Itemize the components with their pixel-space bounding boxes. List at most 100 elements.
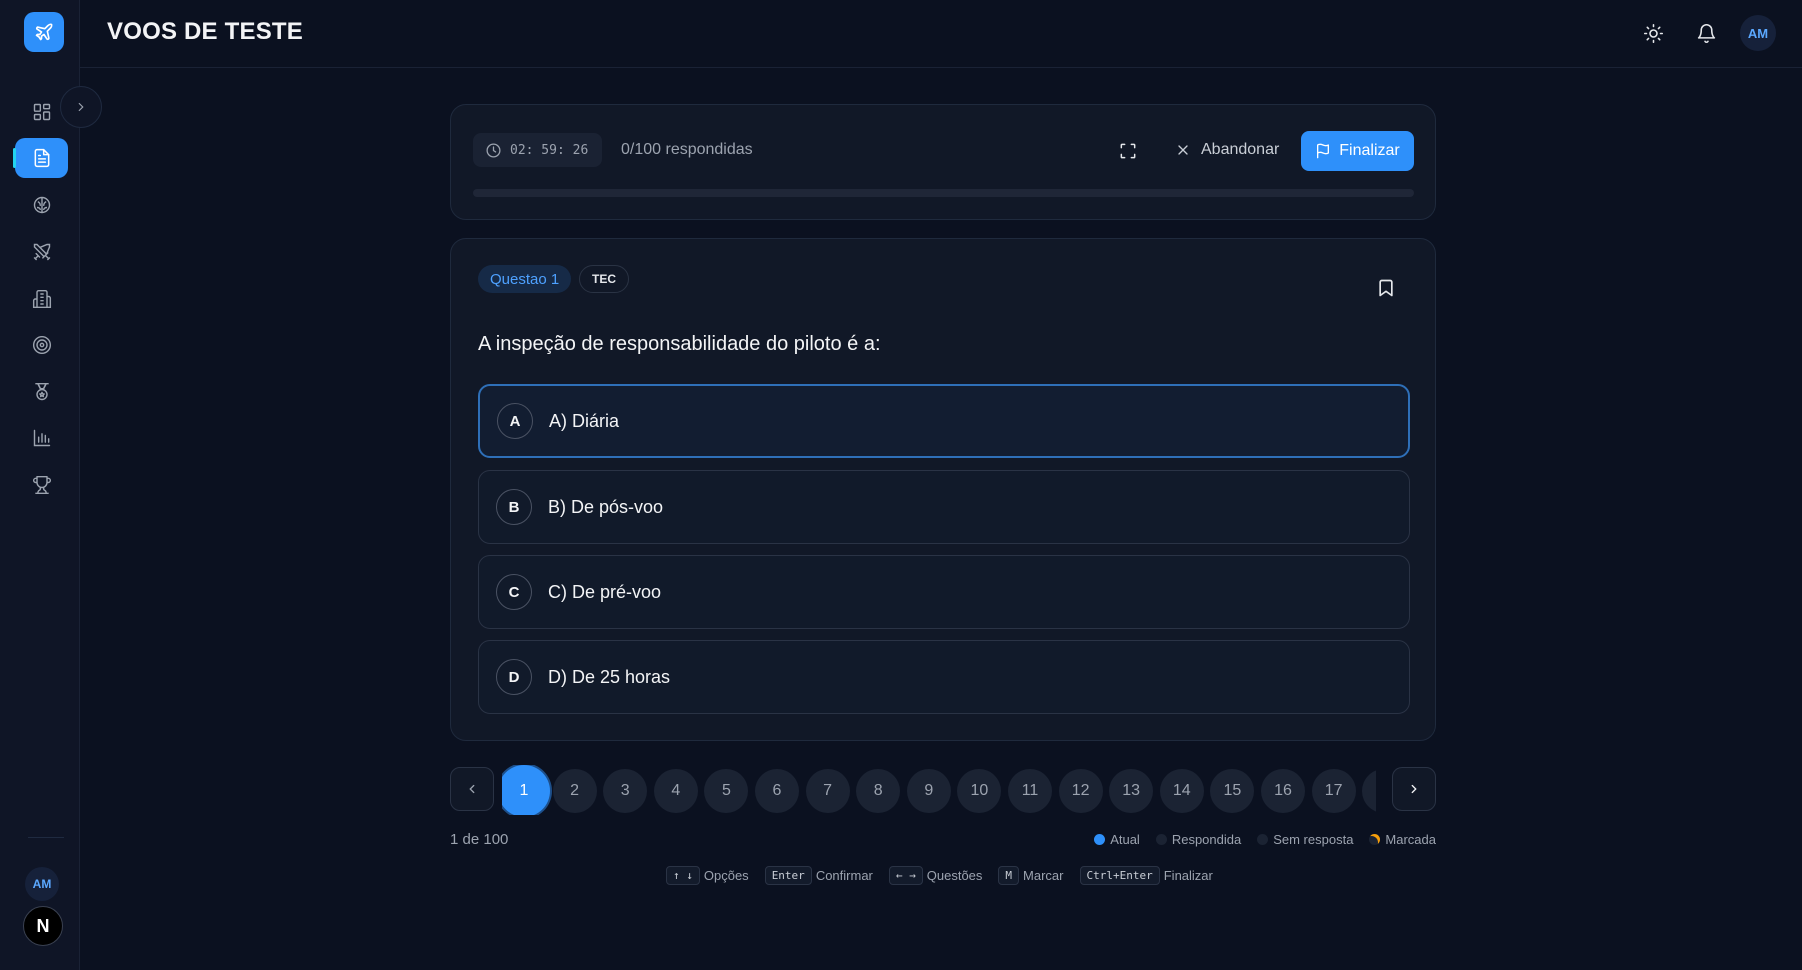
page-button[interactable]: 1 xyxy=(502,765,550,815)
page-button[interactable]: 14 xyxy=(1159,769,1204,813)
shortcut-label: Marcar xyxy=(1023,868,1064,883)
sidebar-item-brain[interactable] xyxy=(15,185,68,225)
finalize-button[interactable]: Finalizar xyxy=(1301,131,1414,171)
option-c[interactable]: C C) De pré-voo xyxy=(478,555,1410,629)
sidebar-item-trophy[interactable] xyxy=(15,465,68,505)
legend-dot xyxy=(1257,834,1269,845)
option-b[interactable]: B B) De pós-voo xyxy=(478,470,1410,544)
legend-dot xyxy=(1155,834,1167,845)
sidebar-collapse-button[interactable] xyxy=(60,86,102,128)
flag-icon xyxy=(1317,143,1330,159)
fullscreen-icon xyxy=(1120,143,1136,159)
page-button[interactable]: 16 xyxy=(1261,769,1305,813)
page-button[interactable]: 2 xyxy=(552,769,597,813)
page-button[interactable]: 6 xyxy=(755,769,799,813)
shortcut-label: Confirmar xyxy=(815,868,873,883)
page-button[interactable]: 7 xyxy=(805,769,850,813)
shortcut-mark: M Marcar xyxy=(998,866,1064,885)
plane-icon xyxy=(35,23,53,41)
bar-chart-icon xyxy=(33,429,50,447)
prev-page-button[interactable] xyxy=(450,767,494,811)
finalize-label: Finalizar xyxy=(1339,142,1400,159)
page-button[interactable]: 18 xyxy=(1362,769,1376,813)
question-number-badge: Questao 1 xyxy=(478,265,572,293)
shortcut-confirm: Enter Confirmar xyxy=(764,866,873,885)
sidebar-item-stats[interactable] xyxy=(15,418,68,458)
legend-label: Atual xyxy=(1110,832,1140,847)
page-button[interactable]: 13 xyxy=(1109,769,1154,813)
dev-badge[interactable]: N xyxy=(23,906,63,946)
legend-dot xyxy=(1369,834,1381,845)
bookmark-button[interactable] xyxy=(1376,277,1398,301)
sidebar-item-buildings[interactable] xyxy=(15,279,68,319)
user-avatar[interactable]: AM xyxy=(1740,15,1776,51)
legend-dot xyxy=(1094,834,1106,845)
legend-label: Respondida xyxy=(1171,832,1242,847)
bell-icon xyxy=(1697,23,1715,43)
sidebar-item-medal[interactable] xyxy=(15,372,68,412)
answered-count: 0/100 respondidas xyxy=(621,141,753,158)
legend-answered: Respondida xyxy=(1155,832,1242,847)
option-d[interactable]: D D) De 25 horas xyxy=(478,640,1410,714)
exam-header-card: 02: 59: 26 0/100 respondidas Abandonar F… xyxy=(450,104,1436,220)
next-page-button[interactable] xyxy=(1392,767,1436,811)
shortcut-key: Ctrl+Enter xyxy=(1079,866,1160,885)
page-button[interactable]: 10 xyxy=(957,769,1002,813)
option-letter: D xyxy=(496,659,532,695)
legend-label: Marcada xyxy=(1385,832,1436,847)
shortcut-label: Questões xyxy=(926,868,983,883)
close-icon xyxy=(1178,145,1188,155)
option-text: C) De pré-voo xyxy=(548,581,662,602)
shortcut-key: M xyxy=(998,866,1020,885)
notifications-button[interactable] xyxy=(1690,17,1722,49)
option-letter: C xyxy=(496,574,532,610)
abandon-button[interactable]: Abandonar xyxy=(1175,137,1279,163)
option-text: B) De pós-voo xyxy=(548,496,664,517)
abandon-label: Abandonar xyxy=(1201,141,1280,158)
shortcut-key: Enter xyxy=(764,866,812,885)
question-card: Questao 1 TEC A inspeção de responsabili… xyxy=(450,238,1436,741)
shortcut-key: ↑ ↓ xyxy=(666,866,700,885)
shortcut-label: Opções xyxy=(703,868,749,883)
question-counter: 1 de 100 xyxy=(450,831,509,848)
sidebar-item-simulados[interactable] xyxy=(13,138,68,178)
building-icon xyxy=(32,289,51,309)
option-a[interactable]: A A) Diária xyxy=(478,384,1410,458)
page-button[interactable]: 11 xyxy=(1008,769,1052,813)
chevron-left-icon xyxy=(469,784,475,794)
legend-label: Sem resposta xyxy=(1273,832,1354,847)
sidebar-divider xyxy=(28,837,64,838)
logo-button[interactable] xyxy=(24,12,64,52)
keyboard-shortcuts: ↑ ↓ Opções Enter Confirmar ← → Questões M Ma… xyxy=(666,866,1213,885)
page-button[interactable]: 12 xyxy=(1058,769,1103,813)
page-button[interactable]: 4 xyxy=(653,769,698,813)
shortcut-label: Finalizar xyxy=(1163,868,1213,883)
page-button[interactable]: 5 xyxy=(704,769,749,813)
shortcut-key: ← → xyxy=(888,866,923,885)
top-bar: VOOS DE TESTE xyxy=(80,0,1802,68)
option-letter: B xyxy=(496,489,532,525)
question-tag: TEC xyxy=(579,265,629,293)
option-text: A) Diária xyxy=(549,410,620,431)
exam-progress-bar xyxy=(473,189,1414,197)
legend-current: Atual xyxy=(1094,832,1140,847)
page-button[interactable]: 9 xyxy=(906,769,951,813)
shortcut-finalize: Ctrl+Enter Finalizar xyxy=(1079,866,1213,885)
brain-icon xyxy=(33,196,50,214)
swords-icon xyxy=(33,243,50,261)
page-button[interactable]: 15 xyxy=(1210,769,1255,813)
theme-toggle-button[interactable] xyxy=(1637,17,1669,49)
page-button[interactable]: 8 xyxy=(856,769,901,813)
sidebar-item-swords[interactable] xyxy=(15,232,68,272)
clock-icon xyxy=(486,142,501,158)
bookmark-icon xyxy=(1379,279,1393,297)
page-button[interactable]: 17 xyxy=(1311,769,1356,813)
fullscreen-button[interactable] xyxy=(1118,141,1138,161)
target-icon xyxy=(32,335,51,355)
page-number-list: 123456789101112131415161718 xyxy=(502,765,1376,815)
question-text: A inspeção de responsabilidade do piloto… xyxy=(478,333,881,355)
page-button[interactable]: 3 xyxy=(603,769,648,813)
sidebar-item-target[interactable] xyxy=(15,325,68,365)
sidebar-avatar[interactable]: AM xyxy=(25,867,59,901)
shortcut-options: ↑ ↓ Opções xyxy=(666,866,749,885)
